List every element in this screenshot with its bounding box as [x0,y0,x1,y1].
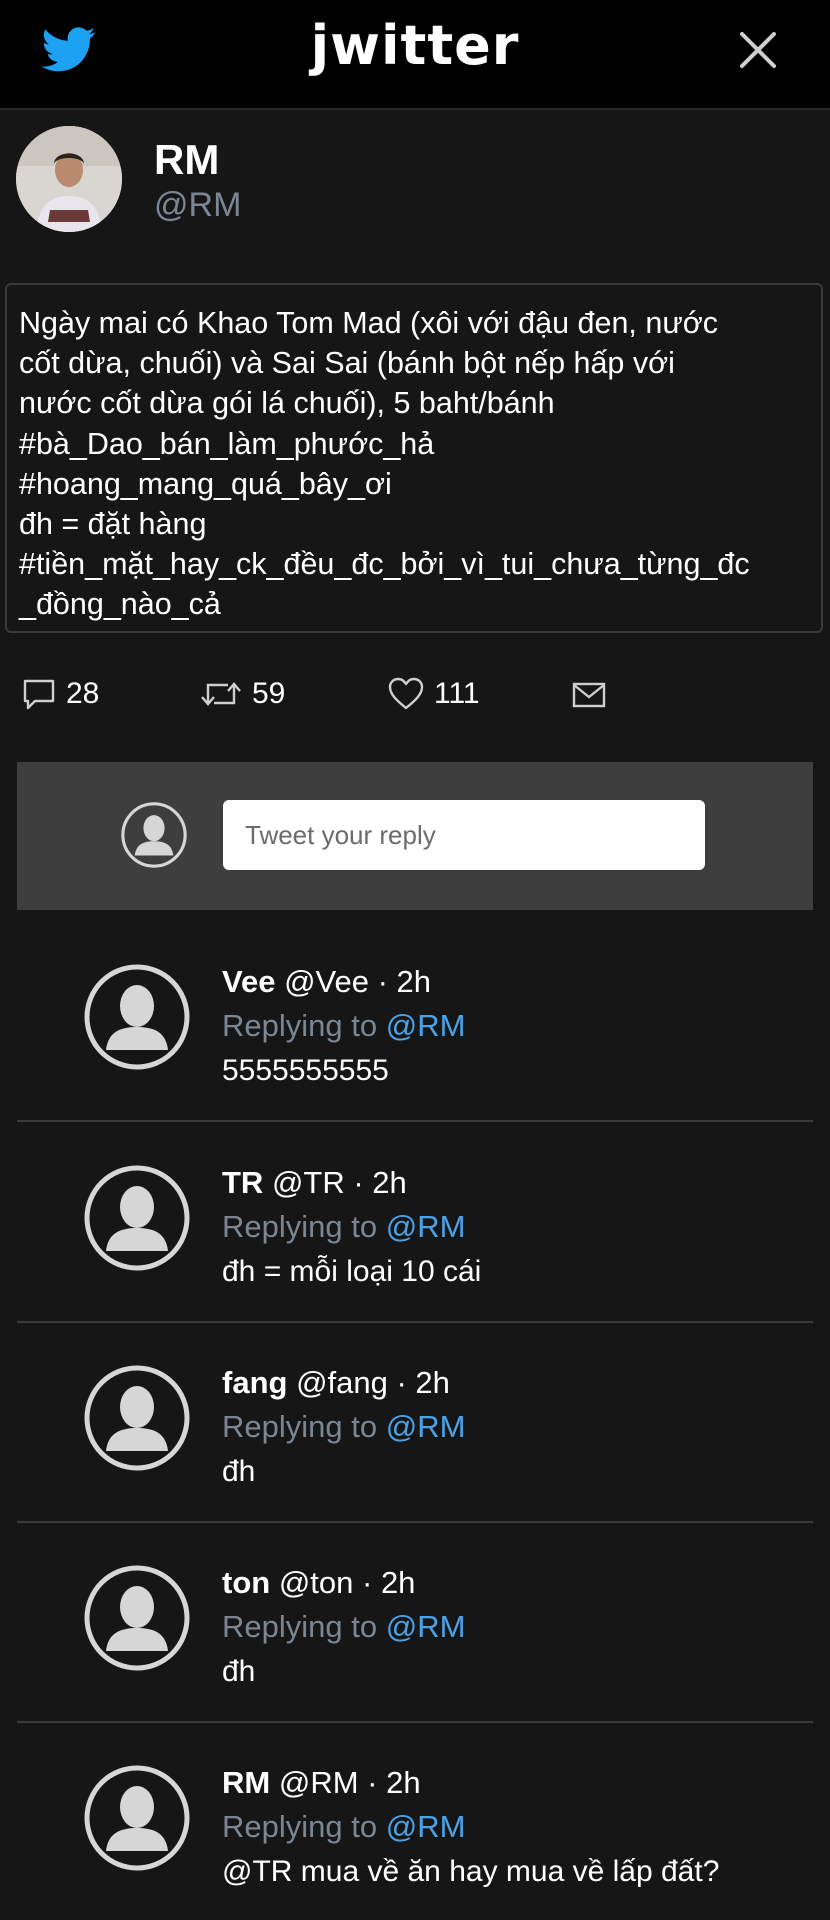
user-avatar-icon[interactable] [84,1765,190,1871]
replying-to: Replying to @RM [222,1008,465,1044]
replying-to: Replying to @RM [222,1809,465,1845]
retweet-button[interactable]: 59 [200,670,285,718]
reply-author-name[interactable]: Vee [222,964,275,999]
user-avatar-icon[interactable] [84,1165,190,1271]
app-title: jwitter [310,14,520,77]
reply-text: 5555555555 [222,1054,389,1087]
close-icon[interactable] [738,30,778,70]
user-avatar-icon [121,802,187,868]
replying-to: Replying to @RM [222,1409,465,1445]
replying-to-label: Replying to [222,1209,378,1244]
reply-composer [17,762,813,910]
reply-author-name[interactable]: ton [222,1565,270,1600]
retweet-icon [201,682,241,706]
message-button[interactable] [572,670,606,718]
reply-meta: @fang · 2h [296,1365,450,1400]
top-bar: jwitter [0,0,830,110]
retweet-count: 59 [252,677,286,710]
comment-icon [23,679,55,710]
like-count: 111 [434,677,480,710]
heart-icon [388,677,424,710]
tweet-actions: 28 59 111 [0,670,830,730]
tweet-line: #hoang_mang_quá_bây_ơi [19,466,392,501]
divider [17,1120,813,1122]
reply-text: đh [222,1455,256,1488]
replying-to-label: Replying to [222,1809,378,1844]
replying-to-label: Replying to [222,1008,378,1043]
reply-item[interactable]: RM @RM · 2h Replying to @RM @TR mua về ă… [0,1723,830,1920]
reply-header: RM @RM · 2h [222,1765,421,1801]
user-avatar-icon[interactable] [84,1565,190,1671]
user-avatar-icon[interactable] [84,1365,190,1471]
user-avatar-icon[interactable] [84,964,190,1070]
reply-meta: @TR · 2h [271,1165,407,1200]
mention-link[interactable]: @RM [386,1209,466,1244]
author-handle[interactable]: @RM [154,186,241,225]
tweet-line: #tiền_mặt_hay_ck_đều_đc_bởi_vì_tui_chưa_… [19,547,750,582]
author-name[interactable]: RM [154,136,219,184]
author-avatar[interactable] [16,126,122,232]
tweet-line: Ngày mai có Khao Tom Mad (xôi với đậu đe… [19,306,718,340]
mention-link[interactable]: @RM [386,1409,466,1444]
mention-link[interactable]: @RM [386,1609,466,1644]
reply-item[interactable]: fang @fang · 2h Replying to @RM đh [0,1323,830,1523]
replying-to-label: Replying to [222,1609,378,1644]
reply-header: ton @ton · 2h [222,1565,415,1601]
reply-meta: @Vee · 2h [284,964,432,999]
tweet-line: đh = đặt hàng [19,507,207,542]
tweet-line: _đồng_nào_cả [19,587,221,622]
reply-input[interactable] [223,800,705,870]
mail-icon [572,682,606,708]
reply-item[interactable]: Vee @Vee · 2h Replying to @RM 5555555555 [0,922,830,1122]
reply-header: Vee @Vee · 2h [222,964,431,1000]
replying-to: Replying to @RM [222,1209,465,1245]
reply-author-name[interactable]: RM [222,1765,270,1800]
mention-link[interactable]: @RM [386,1008,466,1043]
reply-meta: @RM · 2h [278,1765,421,1800]
tweet-line: #bà_Dao_bán_làm_phước_hả [19,426,435,461]
tweet-line: cốt dừa, chuối) và Sai Sai (bánh bột nếp… [19,346,675,381]
like-button[interactable]: 111 [388,670,480,718]
reply-item[interactable]: TR @TR · 2h Replying to @RM đh = mỗi loạ… [0,1123,830,1323]
reply-text: đh = mỗi loại 10 cái [222,1255,482,1288]
replying-to-label: Replying to [222,1409,378,1444]
reply-item[interactable]: ton @ton · 2h Replying to @RM đh [0,1523,830,1723]
reply-button[interactable]: 28 [22,670,99,718]
tweet-line: nước cốt dừa gói lá chuối), 5 baht/bánh [19,386,555,421]
reply-count: 28 [66,677,100,710]
mention-link[interactable]: @RM [386,1809,466,1844]
reply-text: @TR mua về ăn hay mua về lấp đất? [222,1855,720,1888]
tweet-author: RM @RM [0,110,830,280]
tweet-text: Ngày mai có Khao Tom Mad (xôi với đậu đe… [5,283,823,633]
reply-text: đh [222,1655,256,1688]
reply-meta: @ton · 2h [278,1565,416,1600]
reply-header: TR @TR · 2h [222,1165,407,1201]
reply-author-name[interactable]: TR [222,1165,263,1200]
replying-to: Replying to @RM [222,1609,465,1645]
reply-author-name[interactable]: fang [222,1365,287,1400]
reply-header: fang @fang · 2h [222,1365,450,1401]
